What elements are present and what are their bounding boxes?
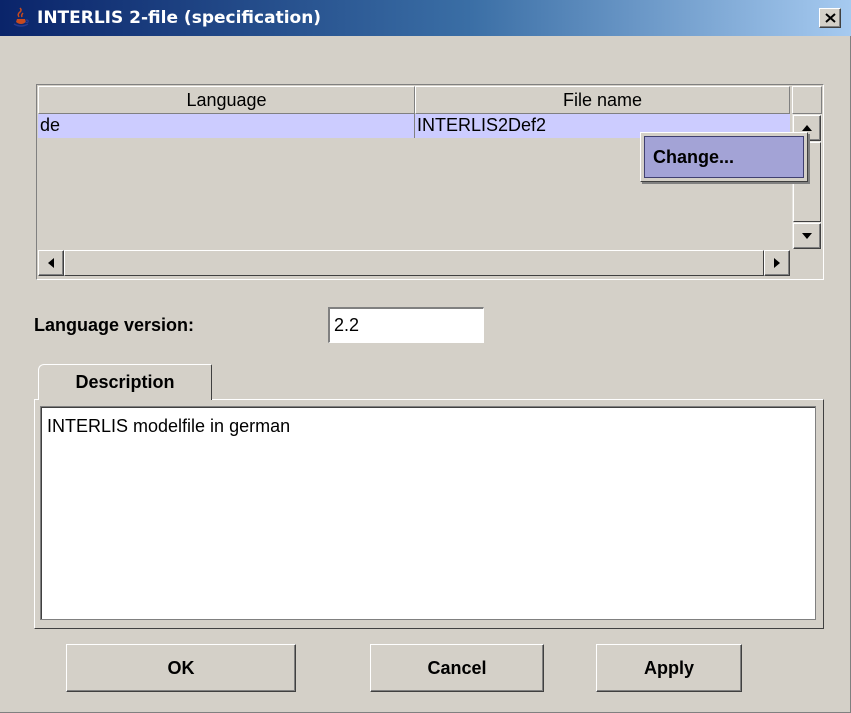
close-icon: [825, 13, 836, 23]
java-cup-icon: [13, 7, 29, 27]
menu-item-change[interactable]: Change...: [644, 136, 804, 178]
arrow-up-icon: [802, 125, 812, 131]
ok-button[interactable]: OK: [66, 644, 296, 692]
context-menu: Change...: [640, 132, 808, 182]
description-tab-panel: INTERLIS modelfile in german: [34, 399, 824, 629]
horizontal-scrollbar[interactable]: [38, 250, 790, 276]
apply-button[interactable]: Apply: [596, 644, 742, 692]
scroll-right-button[interactable]: [764, 250, 790, 276]
dialog-window: INTERLIS 2-file (specification) Language…: [0, 0, 851, 713]
title-bar[interactable]: INTERLIS 2-file (specification): [0, 0, 851, 36]
arrow-right-icon: [774, 258, 780, 268]
window-title: INTERLIS 2-file (specification): [37, 8, 322, 28]
language-version-label: Language version:: [34, 315, 195, 335]
cancel-button[interactable]: Cancel: [370, 644, 544, 692]
description-textarea[interactable]: INTERLIS modelfile in german: [40, 406, 816, 620]
table-header: Language File name: [38, 86, 790, 114]
column-header-file-name[interactable]: File name: [415, 86, 790, 114]
scroll-corner: [792, 250, 822, 276]
arrow-down-icon: [802, 233, 812, 239]
arrow-left-icon: [48, 258, 54, 268]
cell-language[interactable]: de: [38, 114, 415, 138]
scroll-left-button[interactable]: [38, 250, 64, 276]
column-header-language[interactable]: Language: [38, 86, 415, 114]
scroll-down-button[interactable]: [793, 223, 821, 249]
horizontal-scroll-thumb[interactable]: [64, 250, 764, 276]
header-corner: [792, 86, 822, 114]
close-button[interactable]: [819, 8, 841, 28]
tab-description[interactable]: Description: [38, 364, 212, 400]
language-version-input[interactable]: [328, 307, 484, 343]
language-file-table: Language File name de INTERLIS2Def2: [36, 84, 824, 280]
